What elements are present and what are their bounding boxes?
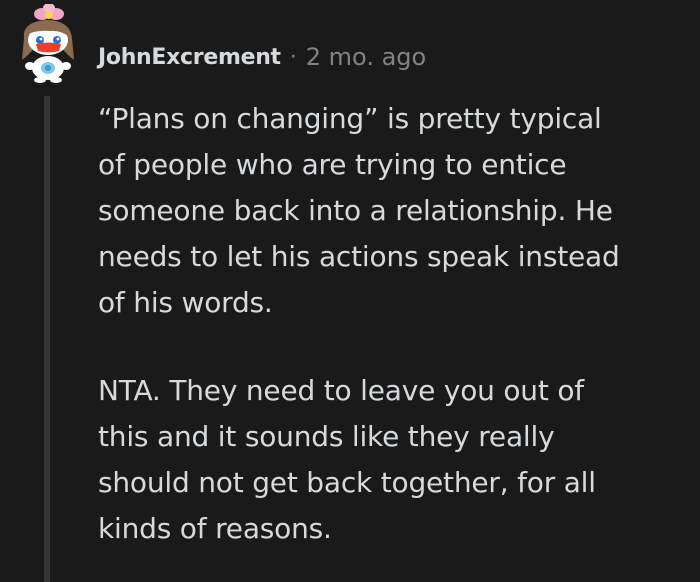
- meta-separator: ·: [289, 44, 297, 70]
- flower-bow-icon: [34, 3, 64, 20]
- comment-body: “Plans on changing” is pretty typical of…: [98, 96, 688, 552]
- avatar[interactable]: [16, 3, 80, 84]
- comment-paragraph: “Plans on changing” is pretty typical of…: [98, 102, 620, 319]
- comment-paragraph: NTA. They need to leave you out of this …: [98, 374, 596, 545]
- comment-header: JohnExcrement · 2 mo. ago: [98, 40, 426, 74]
- snoo-avatar-icon: [22, 3, 74, 83]
- timestamp[interactable]: 2 mo. ago: [306, 43, 426, 71]
- username-link[interactable]: JohnExcrement: [98, 45, 281, 70]
- thread-collapse-line[interactable]: [44, 96, 50, 582]
- comment: JohnExcrement · 2 mo. ago “Plans on chan…: [0, 0, 700, 582]
